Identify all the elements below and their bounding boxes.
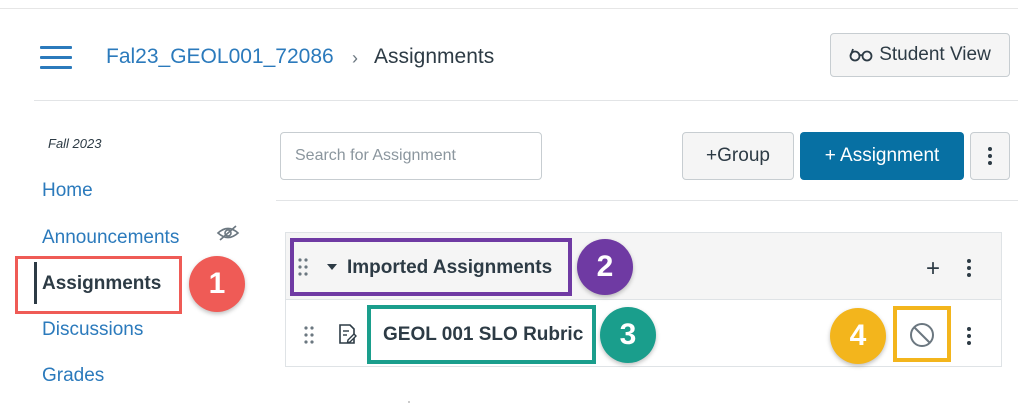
highlight-box-1 <box>15 256 182 314</box>
add-assignment-button[interactable]: + Assignment <box>800 132 964 180</box>
add-to-group-icon[interactable]: + <box>926 257 940 281</box>
breadcrumb-current-page: Assignments <box>374 45 495 68</box>
highlight-box-3 <box>367 305 596 364</box>
sidebar-item-discussions[interactable]: Discussions <box>42 319 143 341</box>
student-view-label: Student View <box>879 44 991 65</box>
kebab-icon <box>988 147 992 165</box>
toolbar-divider <box>276 200 1018 201</box>
student-view-button[interactable]: Student View <box>830 33 1010 77</box>
group-kebab-icon[interactable] <box>967 259 971 277</box>
top-divider <box>0 8 1018 9</box>
highlight-box-4 <box>893 306 951 362</box>
more-options-button[interactable] <box>970 132 1010 180</box>
sidebar-item-home[interactable]: Home <box>42 180 93 202</box>
callout-badge-3: 3 <box>600 307 656 363</box>
hidden-eye-icon <box>216 225 240 241</box>
add-group-button[interactable]: +Group <box>682 132 794 180</box>
callout-badge-4: 4 <box>830 308 886 364</box>
hamburger-menu-icon[interactable] <box>40 46 72 70</box>
item-drag-handle-icon[interactable] <box>304 326 314 344</box>
breadcrumb-separator-icon: › <box>352 48 358 68</box>
assignment-page-icon <box>339 324 357 344</box>
breadcrumb-course-link[interactable]: Fal23_GEOL001_72086 <box>106 45 334 69</box>
term-label: Fall 2023 <box>48 136 102 151</box>
highlight-box-2 <box>290 238 572 296</box>
sidebar-item-grades[interactable]: Grades <box>42 365 104 387</box>
glasses-icon <box>849 48 873 62</box>
search-assignment-input[interactable] <box>280 132 542 180</box>
callout-badge-1: 1 <box>189 256 245 312</box>
item-kebab-icon[interactable] <box>967 327 971 345</box>
stray-dot <box>408 401 410 403</box>
sidebar-item-announcements[interactable]: Announcements <box>42 227 179 249</box>
header-divider <box>34 100 1018 101</box>
callout-badge-2: 2 <box>577 239 633 295</box>
